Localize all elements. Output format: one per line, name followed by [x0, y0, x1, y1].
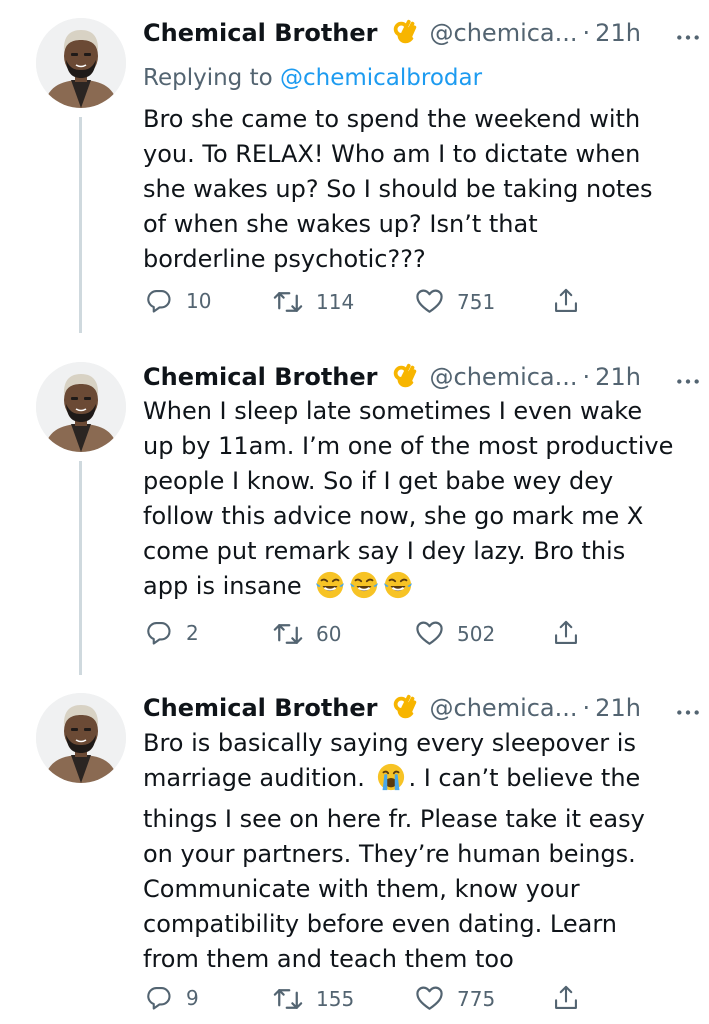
tweet-text-line: When I sleep late sometimes I even wake — [143, 397, 643, 425]
reply-icon — [145, 619, 173, 647]
tweet-text: Bro is basically saying every sleepover … — [143, 726, 683, 977]
loudly-crying-emoji-icon — [376, 762, 406, 802]
tweet[interactable]: Chemical Brother @chemica... · 21h Bro i… — [0, 688, 709, 1024]
reply-button[interactable]: 2 — [145, 619, 199, 647]
like-count: 775 — [457, 986, 496, 1011]
share-icon — [552, 619, 580, 647]
retweet-button[interactable]: 60 — [273, 619, 341, 649]
retweet-count: 60 — [316, 622, 342, 646]
tweet-text-fragment: . I can’t believe the — [408, 764, 641, 792]
tears-of-joy-emoji-icon — [383, 570, 413, 610]
separator-dot: · — [582, 363, 591, 391]
retweet-icon — [273, 984, 303, 1014]
replying-to-mention-link[interactable]: @chemicalbrodar — [280, 65, 482, 91]
timestamp[interactable]: 21h — [595, 694, 641, 722]
user-handle[interactable]: @chemica... — [430, 363, 578, 391]
retweet-icon — [273, 619, 303, 649]
tweet-text-fragment: app is insane — [143, 572, 302, 600]
replying-to-label: Replying to — [143, 65, 273, 91]
tweet-thread: Chemical Brother @chemica... · 21h Reply… — [0, 0, 709, 1024]
tweet-text-line: borderline psychotic??? — [143, 245, 426, 273]
tweet-text-line: Bro is basically saying every sleepover … — [143, 729, 636, 757]
tweet[interactable]: Chemical Brother @chemica... · 21h When … — [0, 357, 709, 681]
tweet-text-line: she wakes up? So I should be taking note… — [143, 175, 653, 203]
retweet-button[interactable]: 114 — [273, 287, 354, 317]
retweet-count: 114 — [316, 290, 355, 314]
user-handle[interactable]: @chemica... — [430, 694, 578, 722]
timestamp[interactable]: 21h — [595, 19, 641, 47]
heart-icon — [415, 984, 444, 1013]
share-button[interactable] — [552, 619, 580, 647]
separator-dot: · — [582, 19, 591, 47]
like-count: 502 — [457, 621, 496, 646]
tweet-text-line: on your partners. They’re human beings. — [143, 840, 636, 868]
retweet-button[interactable]: 155 — [273, 984, 354, 1014]
more-icon[interactable] — [675, 371, 701, 390]
tweet-text: When I sleep late sometimes I even wake … — [143, 394, 683, 610]
like-button[interactable]: 751 — [415, 287, 495, 316]
tweet-text-line: Bro she came to spend the weekend with — [143, 105, 641, 133]
heart-icon — [415, 287, 444, 316]
tweet-header: Chemical Brother @chemica... · 21h — [143, 688, 683, 728]
share-icon — [552, 984, 580, 1012]
reply-icon — [145, 984, 173, 1012]
avatar[interactable] — [36, 362, 126, 452]
replying-to: Replying to @chemicalbrodar — [143, 65, 482, 91]
timestamp[interactable]: 21h — [595, 363, 641, 391]
user-handle[interactable]: @chemica... — [430, 19, 578, 47]
ok-hand-emoji-icon — [390, 693, 420, 723]
tweet-text-fragment: marriage audition. — [143, 764, 365, 792]
tweet-text-line: people I know. So if I get babe wey dey — [143, 467, 614, 495]
reply-button[interactable]: 9 — [145, 984, 199, 1012]
tweet-text-line: from them and teach them too — [143, 945, 514, 973]
reply-button[interactable]: 10 — [145, 287, 211, 315]
tweet-header: Chemical Brother @chemica... · 21h — [143, 357, 683, 397]
like-button[interactable]: 775 — [415, 984, 495, 1013]
reply-count: 2 — [186, 621, 199, 645]
tweet[interactable]: Chemical Brother @chemica... · 21h Reply… — [0, 13, 709, 333]
like-button[interactable]: 502 — [415, 619, 495, 648]
retweet-icon — [273, 287, 303, 317]
separator-dot: · — [582, 694, 591, 722]
share-icon — [552, 287, 580, 315]
more-icon[interactable] — [675, 27, 701, 46]
tweet-text-line: marriage audition. . I can’t believe the — [143, 761, 683, 802]
more-icon[interactable] — [675, 702, 701, 721]
retweet-count: 155 — [316, 987, 355, 1011]
tweet-text-line: come put remark say I dey lazy. Bro this — [143, 537, 626, 565]
heart-icon — [415, 619, 444, 648]
thread-connector-line — [79, 461, 82, 675]
tweet-text: Bro she came to spend the weekend with y… — [143, 102, 683, 277]
tweet-text-line: Communicate with them, know your — [143, 875, 580, 903]
reply-count: 10 — [186, 289, 212, 313]
tweet-text-line: up by 11am. I’m one of the most producti… — [143, 432, 674, 460]
ok-hand-emoji-icon — [390, 362, 420, 392]
reply-icon — [145, 287, 173, 315]
action-bar: 10 114 751 — [145, 287, 585, 321]
like-count: 751 — [457, 289, 496, 314]
tweet-text-line: compatibility before even dating. Learn — [143, 910, 617, 938]
ok-hand-emoji-icon — [390, 18, 420, 48]
avatar[interactable] — [36, 18, 126, 108]
tweet-header: Chemical Brother @chemica... · 21h — [143, 13, 683, 53]
share-button[interactable] — [552, 984, 580, 1012]
display-name[interactable]: Chemical Brother — [143, 694, 378, 722]
avatar[interactable] — [36, 693, 126, 783]
reply-count: 9 — [186, 986, 199, 1010]
display-name[interactable]: Chemical Brother — [143, 19, 378, 47]
thread-connector-line — [79, 117, 82, 333]
tweet-text-line: follow this advice now, she go mark me X — [143, 502, 644, 530]
tweet-text-line: of when she wakes up? Isn’t that — [143, 210, 538, 238]
display-name[interactable]: Chemical Brother — [143, 363, 378, 391]
tweet-text-line: things I see on here fr. Please take it … — [143, 805, 645, 833]
action-bar: 2 60 502 — [145, 619, 585, 653]
tears-of-joy-emoji-icon — [349, 570, 379, 610]
tweet-text-line: you. To RELAX! Who am I to dictate when — [143, 140, 641, 168]
tears-of-joy-emoji-icon — [315, 570, 345, 610]
tweet-text-line: app is insane — [143, 569, 683, 610]
action-bar: 9 155 775 — [145, 984, 585, 1018]
share-button[interactable] — [552, 287, 580, 315]
